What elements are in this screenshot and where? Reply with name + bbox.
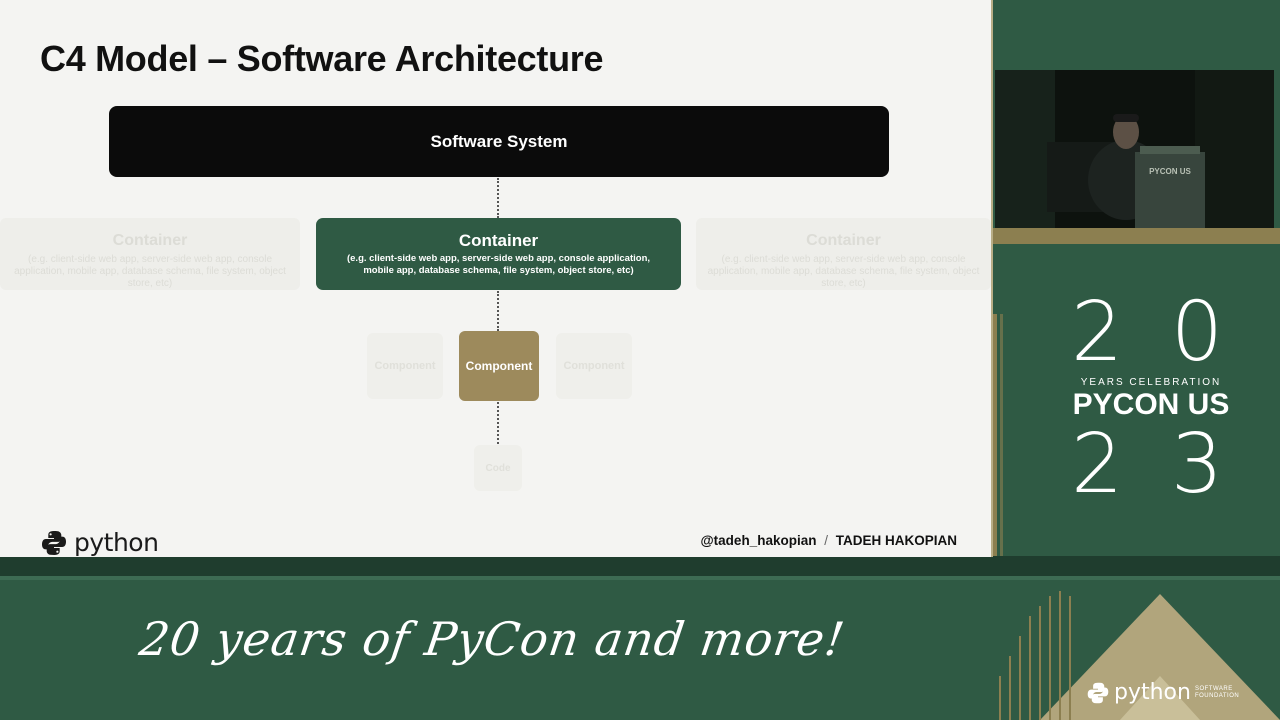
connector-line	[497, 402, 499, 444]
python-snake-icon	[42, 530, 66, 555]
podium-sign: PYCON US	[1149, 167, 1191, 176]
component-ghost-left: Component	[367, 333, 443, 399]
psf-sub-line: FOUNDATION	[1194, 692, 1240, 699]
component-ghost-label: Component	[563, 360, 625, 372]
psf-subtitle: SOFTWARE FOUNDATION	[1195, 686, 1239, 700]
digit: 2	[1071, 285, 1132, 380]
code-ghost-box: Code	[474, 445, 522, 491]
component-ghost-right: Component	[556, 333, 632, 399]
container-ghost-description: (e.g. client-side web app, server-side w…	[14, 254, 286, 289]
python-snake-icon	[1087, 682, 1109, 703]
year-digits-bottom: 2 3	[1071, 424, 1231, 506]
component-ghost-label: Component	[374, 360, 436, 372]
software-system-box: Software System	[109, 106, 889, 177]
presentation-slide: C4 Model – Software Architecture Softwar…	[0, 0, 993, 557]
slide-title: C4 Model – Software Architecture	[40, 38, 604, 79]
psf-wordmark: python	[1114, 680, 1191, 705]
component-box: Component	[459, 331, 539, 401]
credit-separator: /	[824, 533, 828, 548]
container-ghost-right: Container (e.g. client-side web app, ser…	[696, 218, 991, 290]
code-ghost-label: Code	[485, 462, 511, 474]
pycon-us-label: PYCON US	[1072, 388, 1230, 421]
digit: 2	[1071, 417, 1132, 512]
container-ghost-description: (e.g. client-side web app, server-side w…	[707, 254, 980, 289]
pycon-branding: 2 0 YEARS CELEBRATION PYCON US 2 3	[1071, 292, 1231, 506]
component-label: Component	[465, 359, 533, 373]
year-digits-top: 2 0	[1071, 292, 1231, 374]
python-wordmark: python	[74, 528, 159, 557]
years-celebration-label: YEARS CELEBRATION	[1080, 377, 1222, 388]
container-title: Container	[458, 231, 539, 250]
container-ghost-left: Container (e.g. client-side web app, ser…	[0, 218, 300, 290]
speaker-handle: @tadeh_hakopian	[700, 533, 817, 548]
pattern-decoration	[993, 314, 1003, 574]
software-system-label: Software System	[430, 131, 568, 151]
speaker-name: TADEH HAKOPIAN	[835, 533, 957, 548]
connector-line	[497, 291, 499, 331]
top-frame-band	[993, 0, 1280, 68]
speaker-credit: @tadeh_hakopian / TADEH HAKOPIAN	[701, 533, 957, 548]
speaker-camera-feed: PYCON US	[995, 70, 1274, 228]
tagline: 20 years of PyCon and more!	[136, 612, 849, 666]
container-ghost-title: Container	[112, 232, 188, 249]
psf-logo: python SOFTWARE FOUNDATION	[1086, 680, 1239, 705]
container-description: (e.g. client-side web app, server-side w…	[346, 253, 651, 276]
speaker-video-frame: PYCON US	[995, 70, 1274, 228]
digit: 3	[1170, 417, 1231, 512]
container-ghost-title: Container	[806, 232, 881, 249]
camera-strip	[993, 228, 1280, 244]
digit: 0	[1170, 285, 1231, 380]
connector-line	[497, 178, 499, 218]
bottom-separator	[0, 556, 1280, 578]
psf-sub-line: SOFTWARE	[1194, 685, 1233, 692]
container-box: Container (e.g. client-side web app, ser…	[316, 218, 681, 290]
python-logo: python	[40, 528, 159, 557]
